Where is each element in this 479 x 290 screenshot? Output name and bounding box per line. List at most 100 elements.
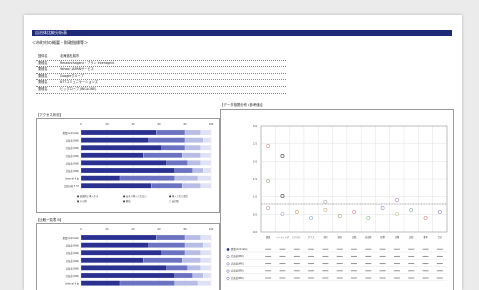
bar-segment bbox=[203, 137, 212, 143]
bar-segment bbox=[166, 265, 188, 271]
bar-segment bbox=[192, 272, 204, 279]
tick-label: 100 bbox=[209, 228, 214, 231]
row-label: 北海道 (NW) bbox=[66, 251, 80, 255]
info-row-value: ビッグローブ (BIGLOBE) bbox=[60, 86, 97, 91]
tick-label: 80 bbox=[183, 228, 187, 231]
data-point bbox=[409, 208, 414, 212]
series-marker bbox=[226, 248, 230, 251]
bar-segment bbox=[187, 160, 201, 166]
document-header-bar: 自治体比較分析表 bbox=[32, 30, 452, 36]
data-point bbox=[352, 210, 356, 214]
table-row-label: 北海道(NW) bbox=[231, 276, 244, 280]
bar-segment bbox=[184, 129, 201, 136]
bar-segment bbox=[174, 175, 199, 181]
row-label: 北海道 (NW) bbox=[66, 161, 80, 165]
info-table: 団体名 北海道札幌市 業種名 Researchagent・プラン Interagent… bbox=[36, 54, 286, 94]
bar-segment bbox=[200, 265, 212, 271]
panel-right-title: 【データ相関分布 (参考値)】 bbox=[220, 103, 265, 107]
bar-segment bbox=[143, 257, 183, 263]
bar-segment bbox=[80, 129, 157, 136]
y-tick-label: 0.0 bbox=[253, 230, 257, 234]
info-row-value: Googleグループ bbox=[60, 73, 84, 78]
bar-segment bbox=[80, 175, 121, 181]
bar-segment bbox=[182, 257, 201, 263]
document-header-text: 自治体比較分析表 bbox=[35, 30, 67, 35]
bar-segment bbox=[80, 145, 162, 151]
bar-segment bbox=[200, 234, 212, 241]
bar-segment bbox=[182, 152, 201, 158]
bar-segment bbox=[203, 242, 212, 248]
row-label: 北海道 (NW) bbox=[66, 259, 80, 263]
series-marker bbox=[226, 269, 230, 273]
legend-item: □ 未回答 bbox=[169, 199, 179, 203]
bar-segment bbox=[80, 250, 162, 256]
y-tick-label: 0.5 bbox=[253, 212, 257, 216]
bar-segment bbox=[80, 272, 175, 279]
tick-label: 20 bbox=[105, 123, 109, 126]
y-tick-label: 2.5 bbox=[253, 142, 257, 146]
bar-segment bbox=[143, 152, 183, 158]
y-tick-label: 2.0 bbox=[253, 159, 257, 163]
info-row-key: 団体名 bbox=[38, 54, 48, 58]
series-marker bbox=[226, 255, 230, 259]
bar-segment bbox=[80, 234, 157, 241]
data-point bbox=[395, 212, 399, 216]
info-row-key: 業種名 bbox=[38, 86, 48, 91]
bar-segment bbox=[203, 272, 212, 279]
bar-segment bbox=[200, 145, 212, 151]
tick-label: 20 bbox=[105, 228, 109, 231]
bar-segment bbox=[156, 129, 186, 136]
table-row-label: 農業(Aclimate) bbox=[231, 247, 248, 251]
tick-label: 40 bbox=[131, 123, 135, 126]
column-header: ロバスト bbox=[292, 235, 301, 239]
row-label: 農業(Aclimate) bbox=[63, 131, 80, 135]
legend-item: ■ 継続 bbox=[123, 199, 131, 203]
row-label: 北海道 (NW) bbox=[66, 169, 80, 173]
row-label: 北海道 (NW) bbox=[66, 154, 80, 158]
tick-label: 100 bbox=[209, 123, 214, 126]
row-label: 北海道 (NW) bbox=[66, 266, 80, 270]
panel-left-bottom: 0 20 40 60 80 100 農業(Aclimate) 北海道 (NW) 北海道 (NW)… bbox=[36, 223, 220, 290]
column-header: 市町 bbox=[323, 235, 328, 239]
panel-right: 3.0 2.5 2.0 1.5 1.0 0.5 0.0 調査 ミーティング ロバスト グラフ 市町 項目… bbox=[220, 109, 454, 290]
panel-left-top-title: 【アクセス状況】 bbox=[36, 113, 63, 117]
bar-segment bbox=[200, 160, 212, 166]
info-row-value: NTTコミュニケーションズ bbox=[60, 80, 98, 85]
series-marker bbox=[226, 262, 230, 266]
bar-segment bbox=[119, 280, 175, 286]
data-point bbox=[294, 210, 299, 214]
bar-segment bbox=[80, 152, 144, 158]
column-header: 比較 bbox=[409, 235, 414, 239]
bar-segment bbox=[200, 250, 212, 256]
data-point bbox=[280, 212, 285, 216]
bar-segment bbox=[119, 175, 175, 181]
bar-segment bbox=[156, 234, 186, 241]
data-point bbox=[395, 198, 399, 202]
tick-label: 60 bbox=[157, 123, 161, 126]
row-label: 北海道 (NW) bbox=[66, 139, 80, 143]
bar-segment bbox=[151, 183, 183, 189]
info-row-key: 業種名 bbox=[38, 60, 48, 65]
bar-segment bbox=[174, 167, 193, 174]
row-label: 北海道 (NW) bbox=[66, 146, 80, 150]
y-tick-label: 1.0 bbox=[253, 195, 257, 199]
data-point bbox=[423, 216, 428, 220]
data-point bbox=[266, 144, 271, 148]
row-label: 農業(Aclimate) bbox=[63, 236, 80, 240]
bar-segment bbox=[184, 250, 201, 256]
table-row-label: 北海道(NW) bbox=[231, 261, 244, 265]
panel-left-bottom-title: 【比較一覧表 B】 bbox=[36, 218, 64, 222]
data-point bbox=[337, 214, 342, 218]
document-subheading: ＜市町村の概要・財政指標等＞ bbox=[32, 40, 88, 45]
table-row-label: 北海道(NW) bbox=[231, 254, 244, 258]
tick-label: 80 bbox=[183, 123, 187, 126]
bar-segment bbox=[184, 137, 204, 143]
bar-segment bbox=[200, 257, 212, 263]
column-header: ミーティング bbox=[276, 235, 290, 239]
column-header: 自治体 bbox=[365, 235, 372, 239]
legend-item: ■ その他 bbox=[77, 199, 87, 203]
bar-segment bbox=[161, 250, 186, 256]
column-header: グラフ bbox=[308, 235, 315, 239]
bar-segment bbox=[80, 265, 167, 271]
bar-segment bbox=[148, 137, 186, 143]
